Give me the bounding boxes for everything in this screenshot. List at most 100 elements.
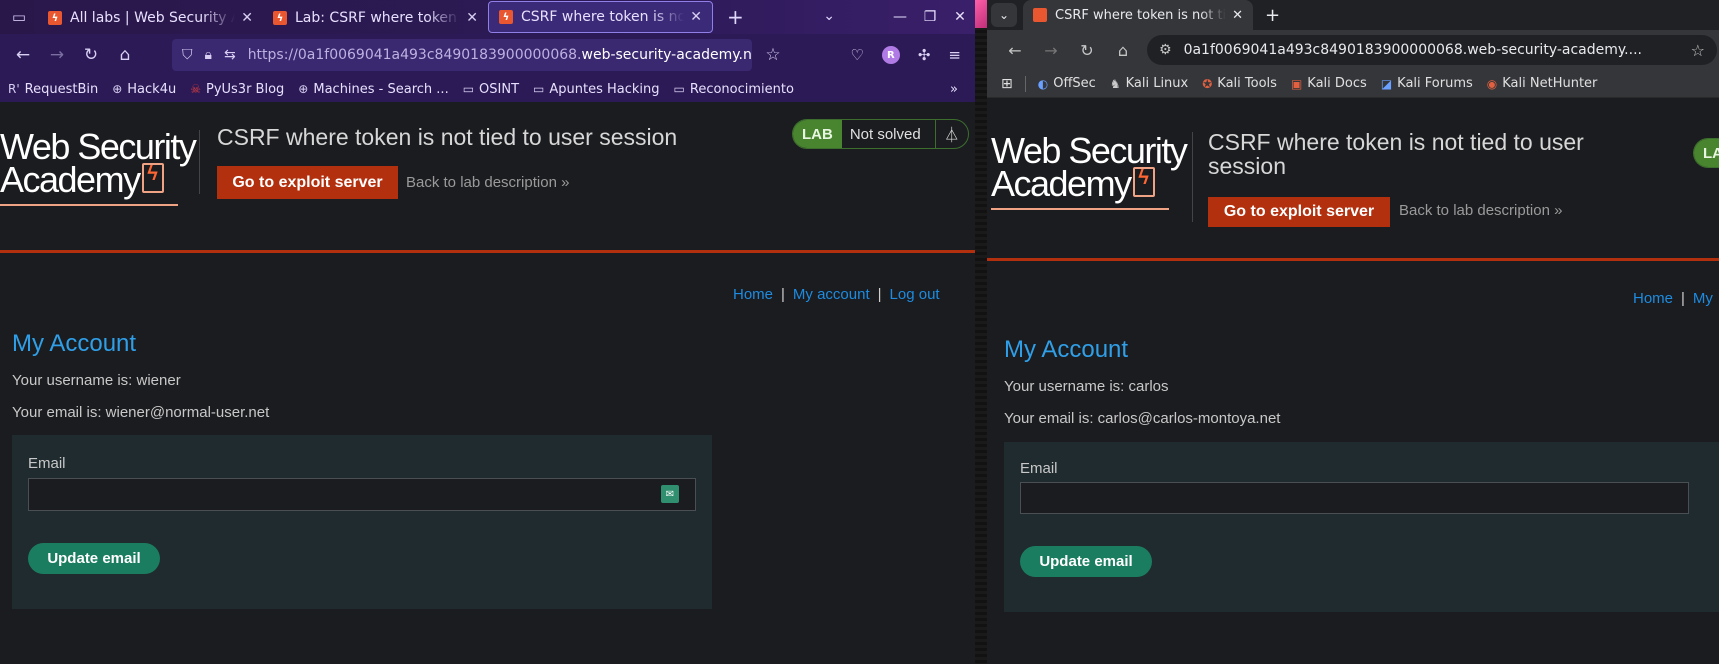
tab-lab-description[interactable]: ϟ Lab: CSRF where token is not tied to u… [263, 2, 488, 34]
bookmark-offsec[interactable]: ◐ OffSec [1038, 76, 1096, 91]
account-avatar[interactable]: R [881, 46, 900, 64]
logo-line-2-text: Academy [0, 159, 141, 201]
update-email-button[interactable]: Update email [1020, 546, 1152, 577]
tab-title: Lab: CSRF where token is not tied to use… [295, 10, 460, 26]
extensions-icon[interactable]: ✣ [918, 46, 931, 64]
bookmark-label: OffSec [1053, 76, 1096, 91]
logo-line-2-text: Academy [991, 163, 1132, 205]
go-to-exploit-server-button[interactable]: Go to exploit server [1208, 197, 1390, 227]
window-divider [975, 0, 987, 664]
minimize-icon[interactable]: — [885, 9, 915, 25]
pocket-icon[interactable]: ♡ [850, 46, 863, 64]
email-input[interactable] [1020, 482, 1689, 514]
bookmark-folder-osint[interactable]: ▭ OSINT [463, 82, 519, 97]
nav-my-account-link[interactable]: My [1693, 290, 1713, 307]
change-email-form: Email ✉ Update email [12, 435, 712, 609]
omnibox[interactable]: ⚙ 0a1f0069041a493c8490183900000068.web-s… [1147, 35, 1717, 65]
bookmark-star-icon[interactable]: ☆ [756, 45, 790, 65]
new-tab-button[interactable]: + [1265, 5, 1280, 26]
bookmark-kali-forums[interactable]: ◪ Kali Forums [1381, 76, 1473, 91]
bookmark-hack4u[interactable]: ⊕ Hack4u [112, 82, 176, 97]
bookmark-kali-nethunter[interactable]: ◉ Kali NetHunter [1487, 76, 1598, 91]
bookmark-kali-tools[interactable]: ✪ Kali Tools [1202, 76, 1277, 91]
forward-arrow-icon[interactable]: → [40, 45, 74, 65]
web-security-academy-logo[interactable]: Web Security Academy ϟ [0, 128, 197, 206]
bookmark-pyus3r-blog[interactable]: ☠ PyUs3r Blog [190, 82, 284, 97]
lab-status-badge: LAB Not solved ⏃ [792, 119, 969, 149]
nav-home-link[interactable]: Home [1633, 290, 1673, 307]
update-email-button[interactable]: Update email [28, 543, 160, 574]
back-link-label: Back to lab description [406, 174, 557, 191]
firefox-bookmarks-bar: R' RequestBin ⊕ Hack4u ☠ PyUs3r Blog ⊕ Machi… [0, 76, 975, 102]
tab-list-icon[interactable]: ▭ [0, 0, 38, 34]
close-tab-icon[interactable]: ✕ [1232, 8, 1243, 23]
tab-search-chevron-icon[interactable]: ⌄ [991, 3, 1017, 27]
url-bar[interactable]: ⛉ 🔒︎ ⇆ https://0a1f0069041a493c849018390… [172, 39, 752, 71]
folder-icon: ▭ [673, 82, 685, 96]
kali-nethunter-icon: ◉ [1486, 76, 1498, 91]
back-arrow-icon[interactable]: ← [6, 45, 40, 65]
portswigger-favicon-icon: ϟ [48, 11, 62, 25]
logo-line-2: Academy ϟ [0, 162, 195, 198]
double-chevron-right-icon: » [561, 174, 570, 191]
list-all-tabs-chevron-icon[interactable]: ⌄ [823, 8, 835, 24]
lab-status-text: Not solved [841, 120, 936, 148]
chrome-active-tab[interactable]: CSRF where token is not tied to user ses… [1023, 0, 1253, 30]
shield-icon[interactable]: ⛉ [182, 47, 193, 63]
tab-active-lab[interactable]: ϟ CSRF where token is not tied to user s… [488, 1, 713, 33]
back-to-lab-description-link[interactable]: Back to lab description » [406, 174, 569, 191]
logo-line-2: Academy ϟ [991, 166, 1186, 202]
chrome-tab-bar: ⌄ CSRF where token is not tied to user s… [987, 0, 1719, 30]
lab-status-badge-partial: LA [1693, 138, 1719, 168]
web-security-academy-logo[interactable]: Web Security Academy ϟ [991, 132, 1188, 210]
bookmark-machines[interactable]: ⊕ Machines - Search ... [298, 82, 448, 97]
nav-my-account-link[interactable]: My account [793, 286, 870, 303]
close-tab-icon[interactable]: ✕ [466, 10, 478, 26]
lab-page-carlos: Web Security Academy ϟ CSRF where token i… [987, 98, 1719, 664]
bookmark-kali-docs[interactable]: ▣ Kali Docs [1291, 76, 1367, 91]
bookmark-label: Apuntes Hacking [549, 81, 660, 97]
lab-title-line-2: session [1208, 153, 1286, 179]
nav-home-link[interactable]: Home [733, 286, 773, 303]
permissions-icon[interactable]: ⇆ [224, 47, 236, 63]
logo-underline [0, 204, 178, 206]
restore-icon[interactable]: ❐ [915, 9, 945, 25]
nav-log-out-link[interactable]: Log out [890, 286, 940, 303]
home-icon[interactable]: ⌂ [108, 45, 142, 65]
apps-grid-icon[interactable]: ⊞ [1001, 76, 1013, 92]
bookmark-label: Hack4u [127, 81, 177, 97]
firefox-nav-bar: ← → ↻ ⌂ ⛉ 🔒︎ ⇆ https://0a1f0069041a493c8… [0, 34, 975, 76]
forward-arrow-icon[interactable]: → [1033, 41, 1069, 60]
bookmark-folder-apuntes[interactable]: ▭ Apuntes Hacking [533, 82, 660, 97]
bookmark-requestbin[interactable]: R' RequestBin [8, 82, 98, 97]
reload-icon[interactable]: ↻ [1069, 41, 1105, 60]
tab-all-labs[interactable]: ϟ All labs | Web Security Academy ✕ [38, 2, 263, 34]
lock-icon[interactable]: 🔒︎ [205, 47, 212, 63]
bookmark-star-icon[interactable]: ☆ [1691, 41, 1705, 60]
close-tab-icon[interactable]: ✕ [690, 9, 702, 25]
close-tab-icon[interactable]: ✕ [241, 10, 253, 26]
firefox-window: ▭ ϟ All labs | Web Security Academy ✕ ϟ … [0, 0, 975, 664]
lab-label: LAB [793, 120, 842, 148]
menu-icon[interactable]: ≡ [948, 46, 961, 64]
back-to-lab-description-link[interactable]: Back to lab description » [1399, 202, 1562, 219]
email-input[interactable]: ✉ [28, 478, 696, 511]
url-host: web-security-academy.net [581, 47, 752, 63]
new-tab-button[interactable]: + [727, 5, 744, 29]
password-manager-icon[interactable]: ✉ [661, 485, 679, 503]
bookmark-folder-reconocimiento[interactable]: ▭ Reconocimiento [674, 82, 794, 97]
site-info-icon[interactable]: ⚙ [1159, 42, 1172, 58]
go-to-exploit-server-button[interactable]: Go to exploit server [217, 166, 398, 199]
more-bookmarks-icon[interactable]: » [950, 82, 958, 97]
bookmark-kali-linux[interactable]: ♞ Kali Linux [1110, 76, 1188, 91]
close-window-icon[interactable]: ✕ [945, 9, 975, 25]
offsec-icon: ◐ [1037, 76, 1049, 91]
header-divider [1192, 132, 1193, 222]
reload-icon[interactable]: ↻ [74, 45, 108, 65]
url-prefix: https://0a1f0069041a493c8490183900000068… [247, 47, 582, 63]
skull-icon: ☠ [190, 82, 201, 96]
home-icon[interactable]: ⌂ [1105, 41, 1141, 60]
chrome-window: ⌄ CSRF where token is not tied to user s… [987, 0, 1719, 664]
email-field-label: Email [28, 455, 66, 472]
back-arrow-icon[interactable]: ← [997, 41, 1033, 60]
